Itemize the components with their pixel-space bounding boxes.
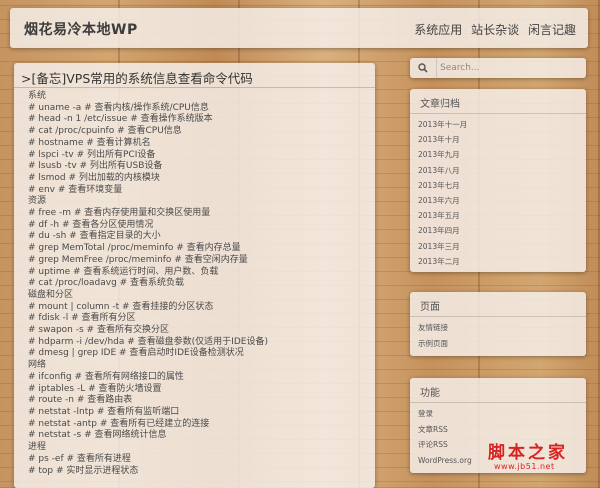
page-link-friend-links[interactable]: 友情链接 bbox=[418, 320, 448, 336]
watermark: 脚本之家 www.jb51.net bbox=[480, 438, 595, 476]
watermark-title: 脚本之家 bbox=[488, 443, 568, 463]
post-line: # cat /proc/cpuinfo # 查看CPU信息 bbox=[28, 126, 182, 137]
post-line: # hdparm -i /dev/hda # 查看磁盘参数(仅适用于IDE设备) bbox=[28, 336, 268, 347]
meta-link-posts-rss[interactable]: 文章RSS bbox=[418, 422, 472, 438]
post-line: # lspci -tv # 列出所有PCI设备 bbox=[28, 149, 156, 160]
nav-item-casual-notes[interactable]: 闲言记趣 bbox=[528, 23, 576, 37]
post-line: # free -m # 查看内存使用量和交换区使用量 bbox=[28, 208, 211, 219]
post-line: # swapon -s # 查看所有交换分区 bbox=[28, 325, 169, 336]
post-line: # grep MemFree /proc/meminfo # 查看空闲内存量 bbox=[28, 254, 248, 265]
post-line: # iptables -L # 查看防火墙设置 bbox=[28, 383, 162, 394]
post-title[interactable]: >[备忘]VPS常用的系统信息查看命令代码 bbox=[21, 68, 253, 87]
post-body: 系统 # uname -a # 查看内核/操作系统/CPU信息 # head -… bbox=[28, 91, 268, 477]
post-line: # du -sh # 查看指定目录的大小 bbox=[28, 231, 161, 242]
meta-link-login[interactable]: 登录 bbox=[418, 406, 472, 422]
post-line: # route -n # 查看路由表 bbox=[28, 395, 133, 406]
archive-link[interactable]: 2013年九月 bbox=[418, 147, 467, 162]
post-line: # hostname # 查看计算机名 bbox=[28, 137, 151, 148]
archive-link[interactable]: 2013年三月 bbox=[418, 239, 467, 254]
nav-item-webmaster-talk[interactable]: 站长杂谈 bbox=[471, 23, 519, 37]
post-divider bbox=[14, 87, 375, 88]
archive-link[interactable]: 2013年七月 bbox=[418, 178, 467, 193]
post-line: # mount | column -t # 查看挂接的分区状态 bbox=[28, 301, 214, 312]
meta-list: 登录 文章RSS 评论RSS WordPress.org bbox=[418, 406, 472, 468]
meta-link-wordpress-org[interactable]: WordPress.org bbox=[418, 453, 472, 469]
post-line: 网络 bbox=[28, 360, 47, 371]
page-link-sample-page[interactable]: 示例页面 bbox=[418, 336, 448, 352]
pages-widget: 页面 友情链接 示例页面 bbox=[410, 292, 586, 356]
archive-title: 文章归档 bbox=[420, 99, 460, 110]
post-line: # head -n 1 /etc/issue # 查看操作系统版本 bbox=[28, 114, 213, 125]
post-line: # lsmod # 列出加载的内核模块 bbox=[28, 172, 160, 183]
meta-link-comments-rss[interactable]: 评论RSS bbox=[418, 437, 472, 453]
site-header: 烟花易冷本地WP 系统应用 站长杂谈 闲言记趣 bbox=[10, 8, 588, 48]
archive-widget: 文章归档 2013年十一月 2013年十月 2013年九月 2013年八月 20… bbox=[410, 89, 586, 272]
widget-divider bbox=[410, 316, 586, 317]
widget-divider bbox=[410, 113, 586, 114]
archive-link[interactable]: 2013年六月 bbox=[418, 193, 467, 208]
site-title[interactable]: 烟花易冷本地WP bbox=[24, 19, 138, 39]
pages-title: 页面 bbox=[420, 302, 440, 313]
post-line: # fdisk -l # 查看所有分区 bbox=[28, 313, 136, 324]
post-line: # uname -a # 查看内核/操作系统/CPU信息 bbox=[28, 102, 209, 113]
post-line: # netstat -s # 查看网络统计信息 bbox=[28, 430, 167, 441]
post-line: # uptime # 查看系统运行时间、用户数、负载 bbox=[28, 266, 219, 277]
post-line: # grep MemTotal /proc/meminfo # 查看内存总量 bbox=[28, 243, 241, 254]
watermark-url: www.jb51.net bbox=[494, 462, 555, 471]
archive-list: 2013年十一月 2013年十月 2013年九月 2013年八月 2013年七月… bbox=[418, 117, 467, 269]
post-line: # netstat -lntp # 查看所有监听端口 bbox=[28, 406, 180, 417]
archive-link[interactable]: 2013年十月 bbox=[418, 132, 467, 147]
nav-item-system-apps[interactable]: 系统应用 bbox=[414, 23, 462, 37]
archive-link[interactable]: 2013年八月 bbox=[418, 163, 467, 178]
post-line: # df -h # 查看各分区使用情况 bbox=[28, 219, 154, 230]
post-line: # env # 查看环境变量 bbox=[28, 184, 123, 195]
search-button[interactable] bbox=[410, 58, 437, 78]
post-article: >[备忘]VPS常用的系统信息查看命令代码 系统 # uname -a # 查看… bbox=[14, 63, 375, 488]
post-line: # ifconfig # 查看所有网络接口的属性 bbox=[28, 371, 184, 382]
main-nav: 系统应用 站长杂谈 闲言记趣 bbox=[409, 21, 576, 38]
post-line: 进程 bbox=[28, 442, 47, 453]
archive-link[interactable]: 2013年二月 bbox=[418, 254, 467, 269]
widget-divider bbox=[410, 402, 586, 403]
post-line: # ps -ef # 查看所有进程 bbox=[28, 453, 131, 464]
search-box bbox=[410, 58, 586, 78]
post-line: 系统 bbox=[28, 91, 47, 101]
search-input[interactable] bbox=[440, 60, 580, 76]
meta-title: 功能 bbox=[420, 388, 440, 399]
archive-link[interactable]: 2013年四月 bbox=[418, 223, 467, 238]
post-line: # cat /proc/loadavg # 查看系统负载 bbox=[28, 278, 185, 289]
post-line: # netstat -antp # 查看所有已经建立的连接 bbox=[28, 418, 210, 429]
search-icon bbox=[418, 63, 428, 73]
post-line: 资源 bbox=[28, 196, 47, 207]
pages-list: 友情链接 示例页面 bbox=[418, 320, 448, 352]
post-line: # lsusb -tv # 列出所有USB设备 bbox=[28, 161, 163, 172]
post-line: # top # 实时显示进程状态 bbox=[28, 465, 139, 476]
post-line: 磁盘和分区 bbox=[28, 289, 74, 300]
archive-link[interactable]: 2013年十一月 bbox=[418, 117, 467, 132]
post-line: # dmesg | grep IDE # 查看启动时IDE设备检测状况 bbox=[28, 348, 244, 359]
archive-link[interactable]: 2013年五月 bbox=[418, 208, 467, 223]
